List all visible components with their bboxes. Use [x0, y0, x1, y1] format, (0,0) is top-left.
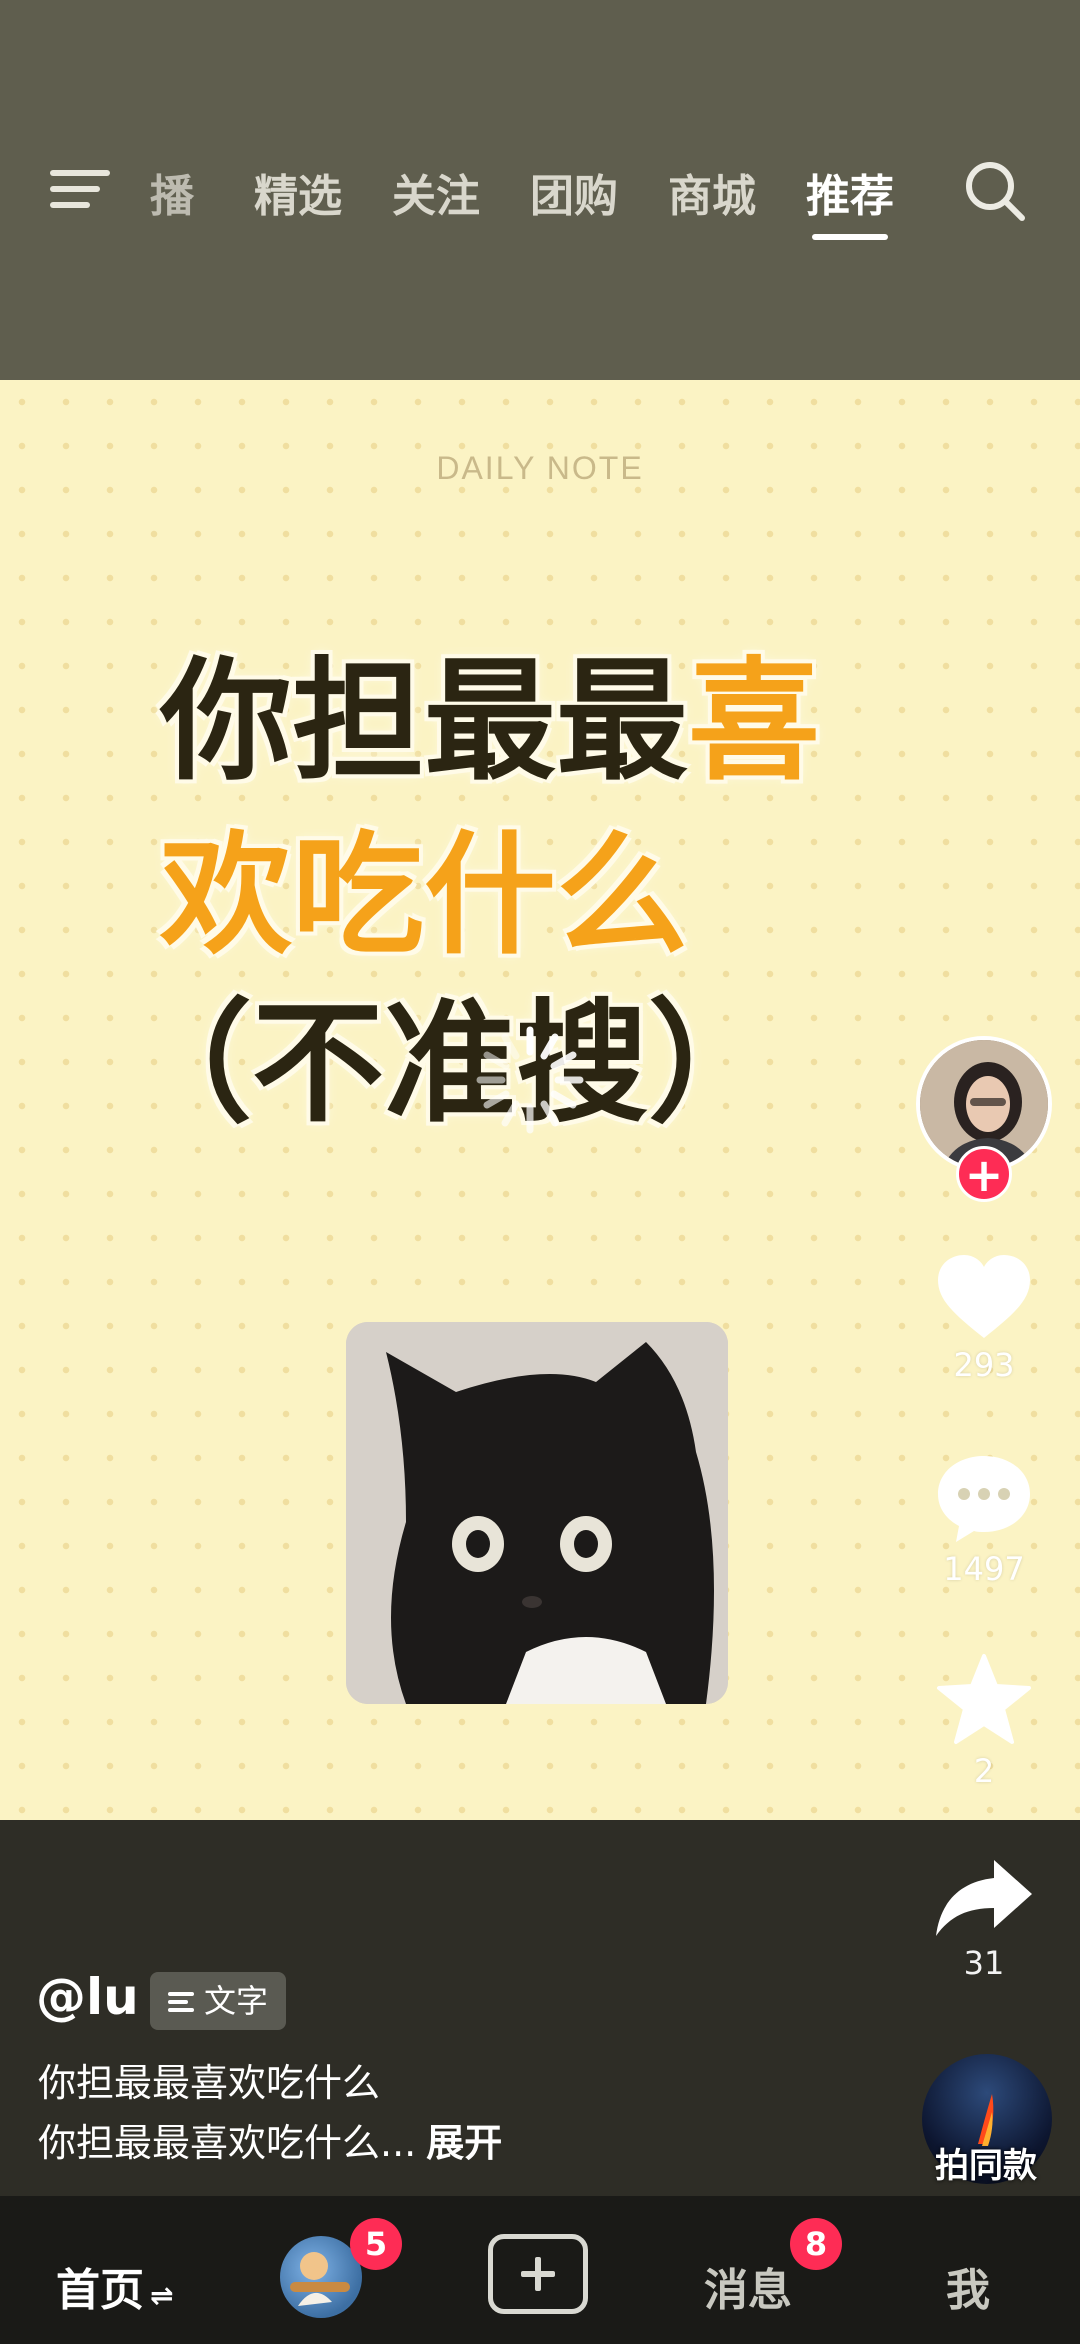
same-style-label[interactable]: 拍同款	[906, 2138, 1066, 2187]
top-header: 播 精选 关注 团购 商城 推荐	[0, 0, 1080, 380]
star-icon	[937, 1654, 1031, 1744]
share-button[interactable]: 31	[924, 1856, 1044, 1982]
favorite-button[interactable]: 2	[924, 1652, 1044, 1790]
tab-featured[interactable]: 精选	[254, 160, 342, 224]
headline-line-1-orange: 喜	[688, 645, 820, 799]
swap-arrows-icon: ⇌	[150, 2279, 174, 2312]
cat-image	[346, 1322, 728, 1704]
friends-badge: 5	[350, 2218, 402, 2270]
loading-spinner-icon	[476, 1026, 584, 1134]
nav-messages[interactable]: 消息	[704, 2254, 792, 2318]
heart-icon	[938, 1255, 1030, 1338]
expand-caption-button[interactable]: 展开	[426, 2121, 502, 2165]
menu-icon[interactable]	[50, 162, 110, 212]
tab-recommended[interactable]: 推荐	[806, 160, 894, 224]
bottom-nav: 首页 ⇌ 5 消息 8 我	[0, 2196, 1080, 2344]
share-count: 31	[963, 1944, 1005, 1982]
share-arrow-icon	[936, 1860, 1032, 1936]
messages-badge: 8	[790, 2218, 842, 2270]
daily-note-label: DAILY NOTE	[436, 450, 644, 486]
follow-button[interactable]: +	[956, 1146, 1012, 1202]
caption-line-2: 你担最最喜欢吃什么... 展开	[38, 2112, 502, 2167]
headline-line-3: （不准搜）	[120, 987, 780, 1141]
text-post-tag-label: 文字	[204, 1982, 269, 2020]
like-count: 293	[953, 1346, 1015, 1384]
comment-count: 1497	[943, 1550, 1025, 1588]
nav-home-label: 首页	[56, 2265, 144, 2316]
comment-icon	[938, 1456, 1030, 1542]
caption-line-1: 你担最最喜欢吃什么	[38, 2061, 381, 2105]
headline-line-1: 你担最最喜	[160, 656, 820, 788]
tab-group-buy[interactable]: 团购	[530, 160, 618, 224]
headline-line-1-dark: 你担最最	[160, 645, 688, 799]
like-button[interactable]: 293	[924, 1252, 1044, 1384]
nav-home[interactable]: 首页 ⇌	[56, 2254, 173, 2318]
text-post-tag: 文字	[150, 1972, 287, 2030]
create-button[interactable]	[488, 2234, 588, 2314]
tab-live[interactable]: 播	[150, 160, 194, 224]
comment-button[interactable]: 1497	[924, 1452, 1044, 1588]
active-tab-indicator	[812, 234, 888, 240]
tab-following[interactable]: 关注	[392, 160, 480, 224]
tab-mall[interactable]: 商城	[668, 160, 756, 224]
nav-me[interactable]: 我	[946, 2254, 990, 2318]
favorite-count: 2	[973, 1752, 995, 1790]
search-icon[interactable]	[962, 158, 1028, 224]
text-lines-icon	[168, 1990, 196, 2014]
author-username[interactable]: @lu	[36, 1968, 139, 2026]
headline-line-2: 欢吃什么	[160, 819, 688, 973]
top-tabs: 播 精选 关注 团购 商城 推荐	[0, 150, 1080, 240]
caption-line-2-text: 你担最最喜欢吃什么...	[38, 2121, 417, 2165]
